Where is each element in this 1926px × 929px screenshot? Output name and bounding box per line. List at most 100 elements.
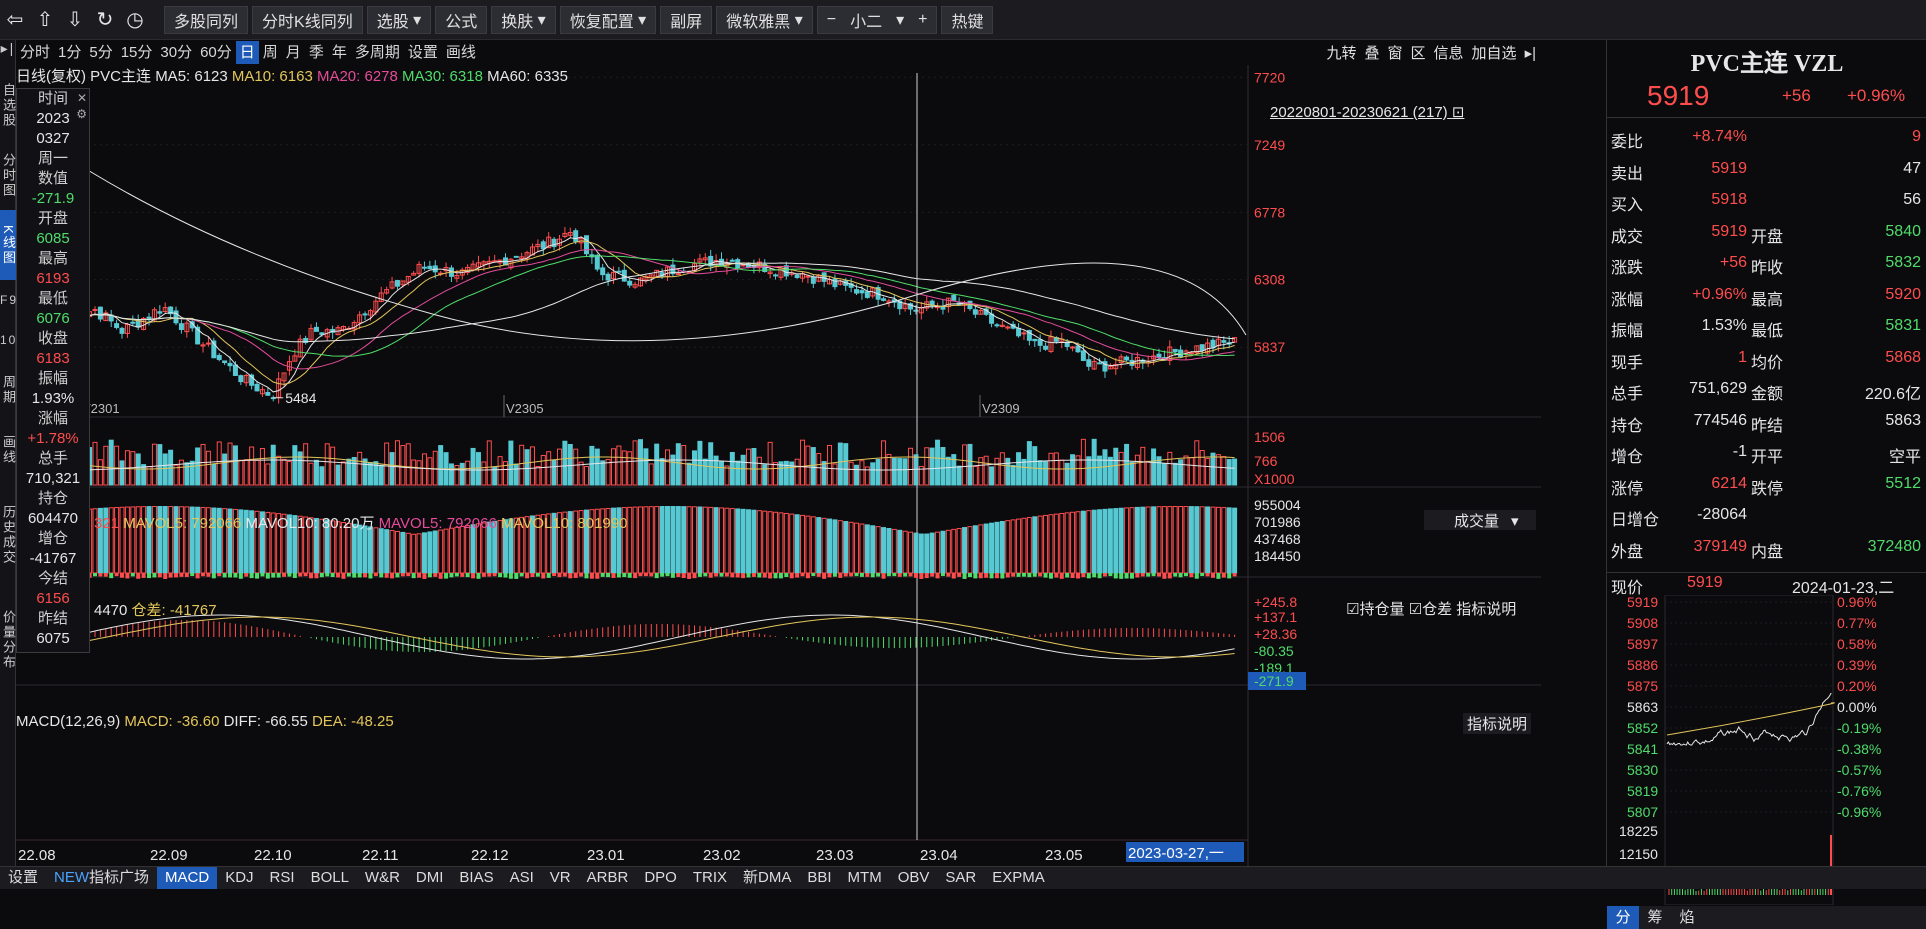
oi-diff-bar [730, 573, 735, 578]
refresh-icon[interactable]: ↻ [92, 6, 118, 34]
close-icon[interactable]: ✕ [77, 91, 87, 105]
indicator-tab-6[interactable]: W&R [357, 867, 408, 889]
oi-bar [1151, 506, 1157, 574]
quote-row-value: 774546 [1693, 411, 1747, 429]
mini-price-label: 5819 [1627, 783, 1658, 799]
gear-icon[interactable]: ⚙ [76, 107, 87, 121]
formula-button[interactable]: 公式 [435, 5, 488, 34]
period-year[interactable]: 年 [328, 41, 351, 64]
multi-stock-button[interactable]: 多股同列 [164, 5, 249, 34]
chevron-down-icon[interactable]: ▾ [896, 10, 904, 30]
volume-dropdown[interactable]: 成交量 ▾ [1424, 510, 1536, 530]
sub-screen-button[interactable]: 副屏 [660, 5, 713, 34]
indicator-tab-18[interactable]: SAR [937, 867, 984, 889]
indicator-tab-11[interactable]: ARBR [579, 867, 637, 889]
oi-bar [810, 516, 816, 574]
period-timeshare[interactable]: 分时 [16, 41, 54, 64]
range-label[interactable]: 20220801-20230621 (217) ⊡ [1270, 103, 1464, 121]
down-arrow-icon[interactable]: ⇩ [62, 6, 88, 34]
info-value: -271.9 [31, 190, 75, 207]
indicator-tab-12[interactable]: DPO [636, 867, 685, 889]
oi-tick-label: 955004 [1254, 497, 1301, 513]
left-nav-period[interactable]: 周期 [0, 360, 16, 420]
kline-chart[interactable]: 772072496778630858375484V2301 V2305 V23091… [16, 65, 1541, 870]
volume-tick-label: 766 [1254, 453, 1278, 469]
font-select[interactable]: 微软雅黑 ▾ [716, 5, 813, 34]
period-30m[interactable]: 30分 [156, 41, 196, 64]
indicator-tab-14[interactable]: 新DMA [735, 867, 799, 889]
period-5m[interactable]: 5分 [85, 41, 116, 64]
time-k-button[interactable]: 分时K线同列 [252, 5, 363, 34]
tool-nine-turn[interactable]: 九转 [1326, 42, 1356, 63]
restore-config-button[interactable]: 恢复配置 ▾ [559, 5, 657, 34]
oi-explain-button[interactable]: 指标说明 [1456, 601, 1516, 618]
candle-body [1032, 338, 1038, 342]
quote-tab-flame[interactable]: 焰 [1671, 906, 1703, 929]
tool-range[interactable]: 区 [1411, 42, 1426, 63]
minus-button[interactable]: − [827, 11, 836, 29]
quote-row-value2: 9 [1912, 128, 1921, 145]
indicator-tab-0[interactable]: 设置 [0, 867, 46, 889]
oi-checkbox[interactable]: ☑ [1346, 601, 1359, 618]
period-1m[interactable]: 1分 [54, 41, 85, 64]
left-nav-draw[interactable]: 画线 [0, 420, 16, 480]
oi-diff-bar [789, 573, 794, 579]
indicator-tab-17[interactable]: OBV [890, 867, 938, 889]
period-day[interactable]: 日 [235, 41, 259, 64]
period-month[interactable]: 月 [282, 41, 305, 64]
period-15m[interactable]: 15分 [117, 41, 157, 64]
indicator-tab-13[interactable]: TRIX [685, 867, 735, 889]
collapse-right-icon[interactable]: ▸| [1525, 44, 1536, 62]
left-nav-collapse-icon[interactable]: ▸| [0, 40, 16, 70]
clock-icon[interactable]: ◷ [122, 6, 148, 34]
period-settings[interactable]: 设置 [404, 41, 442, 64]
indicator-tab-8[interactable]: BIAS [451, 867, 501, 889]
period-multi[interactable]: 多周期 [351, 41, 404, 64]
quote-tab-time[interactable]: 分 [1607, 906, 1639, 929]
indicator-tab-4[interactable]: RSI [262, 867, 303, 889]
intraday-chart[interactable]: 5919 0.96% 5908 0.77% 5897 0.58% 5886 0.39% 5875… [1607, 595, 1926, 905]
period-week[interactable]: 周 [259, 41, 282, 64]
indicator-tab-9[interactable]: ASI [502, 867, 542, 889]
diff-checkbox[interactable]: ☑ [1409, 601, 1422, 618]
font-size-control[interactable]: − 小二 ▾ + [816, 5, 938, 34]
left-nav-history[interactable]: 历史成交 [0, 480, 16, 590]
indicator-tab-5[interactable]: BOLL [303, 867, 357, 889]
left-nav-timeshare[interactable]: 分时图 [0, 140, 16, 210]
volume-bar [1129, 461, 1135, 486]
macd-explain-button[interactable]: 指标说明 [1463, 713, 1532, 734]
indicator-tab-1[interactable]: NEW指标广场 [46, 867, 157, 889]
indicator-tab-19[interactable]: EXPMA [984, 867, 1053, 889]
oi-diff-bar [93, 573, 98, 577]
chevron-down-icon: ▾ [408, 11, 422, 29]
candle-body [1172, 348, 1178, 353]
left-nav-price-volume[interactable]: 价量分布 [0, 590, 16, 690]
tool-overlay[interactable]: 叠 [1364, 42, 1379, 63]
left-nav-10[interactable]: 10 [0, 320, 16, 360]
left-arrow-icon[interactable]: ⇦ [2, 6, 28, 34]
tool-window[interactable]: 窗 [1388, 42, 1403, 63]
period-season[interactable]: 季 [305, 41, 328, 64]
skin-button[interactable]: 换肤 ▾ [491, 5, 556, 34]
indicator-tab-3[interactable]: KDJ [217, 867, 261, 889]
plus-button[interactable]: + [918, 11, 927, 29]
indicator-tab-10[interactable]: VR [542, 867, 579, 889]
indicator-tab-15[interactable]: BBI [799, 867, 839, 889]
indicator-tab-2[interactable]: MACD [157, 867, 218, 889]
period-draw[interactable]: 画线 [442, 41, 480, 64]
select-stock-button[interactable]: 选股 ▾ [366, 5, 432, 34]
left-nav-kline[interactable]: K线图 [0, 210, 16, 280]
chart-area: 7720 7249 6778 6308 5837 5484 V2301 V2305 V2309 1… [16, 65, 1541, 870]
left-nav-watchlist[interactable]: 自选股 [0, 70, 16, 140]
tool-info[interactable]: 信息 [1434, 42, 1464, 63]
up-arrow-icon[interactable]: ⇧ [32, 6, 58, 34]
oi-bar [800, 514, 806, 574]
period-60m[interactable]: 60分 [196, 41, 236, 64]
quote-tab-chips[interactable]: 筹 [1639, 906, 1671, 929]
hotkey-button[interactable]: 热键 [941, 5, 994, 34]
indicator-tab-16[interactable]: MTM [840, 867, 890, 889]
left-nav-f9[interactable]: F9 [0, 280, 16, 320]
tool-add-watch[interactable]: 加自选 [1472, 42, 1517, 63]
indicator-tab-7[interactable]: DMI [408, 867, 452, 889]
oi-diff-bar [633, 573, 638, 579]
